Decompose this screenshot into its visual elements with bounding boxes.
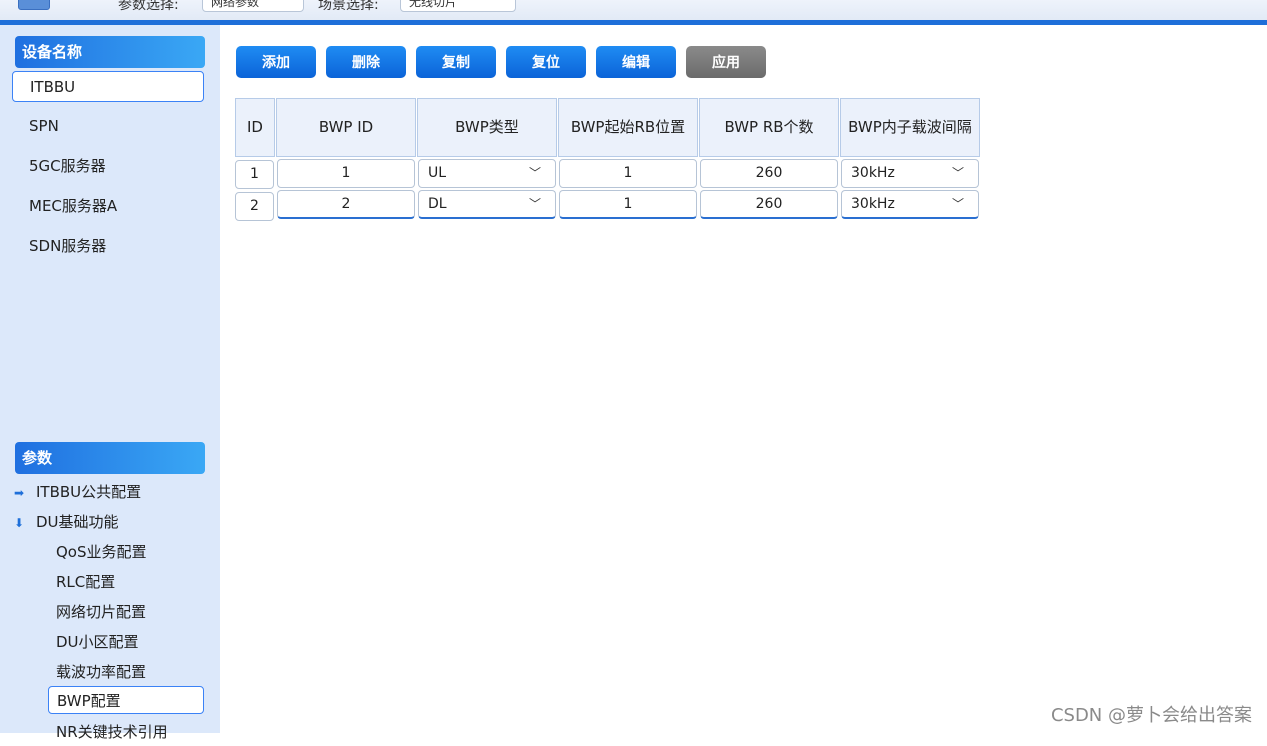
tree-node-du-basic[interactable]: ⬇ DU基础功能 [12,509,119,535]
device-name-header: 设备名称 [15,36,205,68]
arrow-right-icon: ➡ [13,486,25,500]
tree-item-carrier-power[interactable]: 载波功率配置 [48,658,204,686]
column-header-bwp-id: BWP ID [276,98,416,157]
params-header: 参数 [15,442,205,474]
scs-value: 30kHz [851,196,895,212]
device-item-spn[interactable]: SPN [12,111,204,142]
param-select[interactable]: 网络参数 [202,0,304,12]
scs-value: 30kHz [851,165,895,181]
delete-button[interactable]: 删除 [326,46,406,78]
column-header-rb-count: BWP RB个数 [699,98,839,157]
arrow-down-icon: ⬇ [13,516,25,530]
scs-select[interactable]: 30kHz ﹀ [841,159,979,188]
scs-select[interactable]: 30kHz ﹀ [841,190,979,219]
tree-item-nr-key-tech[interactable]: NR关键技术引用 [48,718,204,746]
bwp-id-input[interactable]: 2 [277,190,415,219]
bwp-type-select[interactable]: DL ﹀ [418,190,556,219]
column-header-id: ID [235,98,275,157]
scene-select-label: 场景选择: [318,0,379,13]
column-header-bwp-type: BWP类型 [417,98,557,157]
chevron-down-icon: ﹀ [951,166,964,180]
scene-select[interactable]: 无线切片 [400,0,516,12]
bwp-id-input[interactable]: 1 [277,159,415,188]
tree-item-network-slice[interactable]: 网络切片配置 [48,598,204,626]
add-button[interactable]: 添加 [236,46,316,78]
bwp-type-value: UL [428,165,447,181]
edit-button[interactable]: 编辑 [596,46,676,78]
rb-count-input[interactable]: 260 [700,190,838,219]
row-id-cell: 1 [235,160,274,189]
top-toolbar: 参数选择: 网络参数 场景选择: 无线切片 [0,0,1267,20]
tree-item-bwp[interactable]: BWP配置 [48,686,204,714]
param-select-label: 参数选择: [118,0,179,13]
chevron-down-icon: ﹀ [528,166,541,180]
tree-node-itbbu-common[interactable]: ➡ ITBBU公共配置 [12,479,141,505]
device-item-itbbu[interactable]: ITBBU [12,71,204,102]
apply-button[interactable]: 应用 [686,46,766,78]
bwp-type-value: DL [428,196,447,212]
tree-item-qos[interactable]: QoS业务配置 [48,538,204,566]
tree-item-du-cell[interactable]: DU小区配置 [48,628,204,656]
watermark: CSDN @萝卜会给出答案 [1050,705,1252,726]
row-id-cell: 2 [235,192,274,221]
column-header-scs: BWP内子载波间隔 [840,98,980,157]
tree-node-label: DU基础功能 [36,513,119,531]
left-sidebar: 设备名称 ITBBU SPN 5GC服务器 MEC服务器A SDN服务器 参数 … [0,25,220,741]
device-item-5gc-server[interactable]: 5GC服务器 [12,151,204,182]
bwp-type-select[interactable]: UL ﹀ [418,159,556,188]
start-rb-input[interactable]: 1 [559,159,697,188]
column-header-start-rb: BWP起始RB位置 [558,98,698,157]
reset-button[interactable]: 复位 [506,46,586,78]
start-rb-input[interactable]: 1 [559,190,697,219]
tree-item-rlc[interactable]: RLC配置 [48,568,204,596]
device-item-mec-server-a[interactable]: MEC服务器A [12,191,204,222]
chevron-down-icon: ﹀ [528,197,541,211]
chevron-down-icon: ﹀ [951,197,964,211]
rb-count-input[interactable]: 260 [700,159,838,188]
copy-button[interactable]: 复制 [416,46,496,78]
app-logo-icon [18,0,50,10]
tree-node-label: ITBBU公共配置 [36,483,142,501]
device-item-sdn-server[interactable]: SDN服务器 [12,231,204,262]
